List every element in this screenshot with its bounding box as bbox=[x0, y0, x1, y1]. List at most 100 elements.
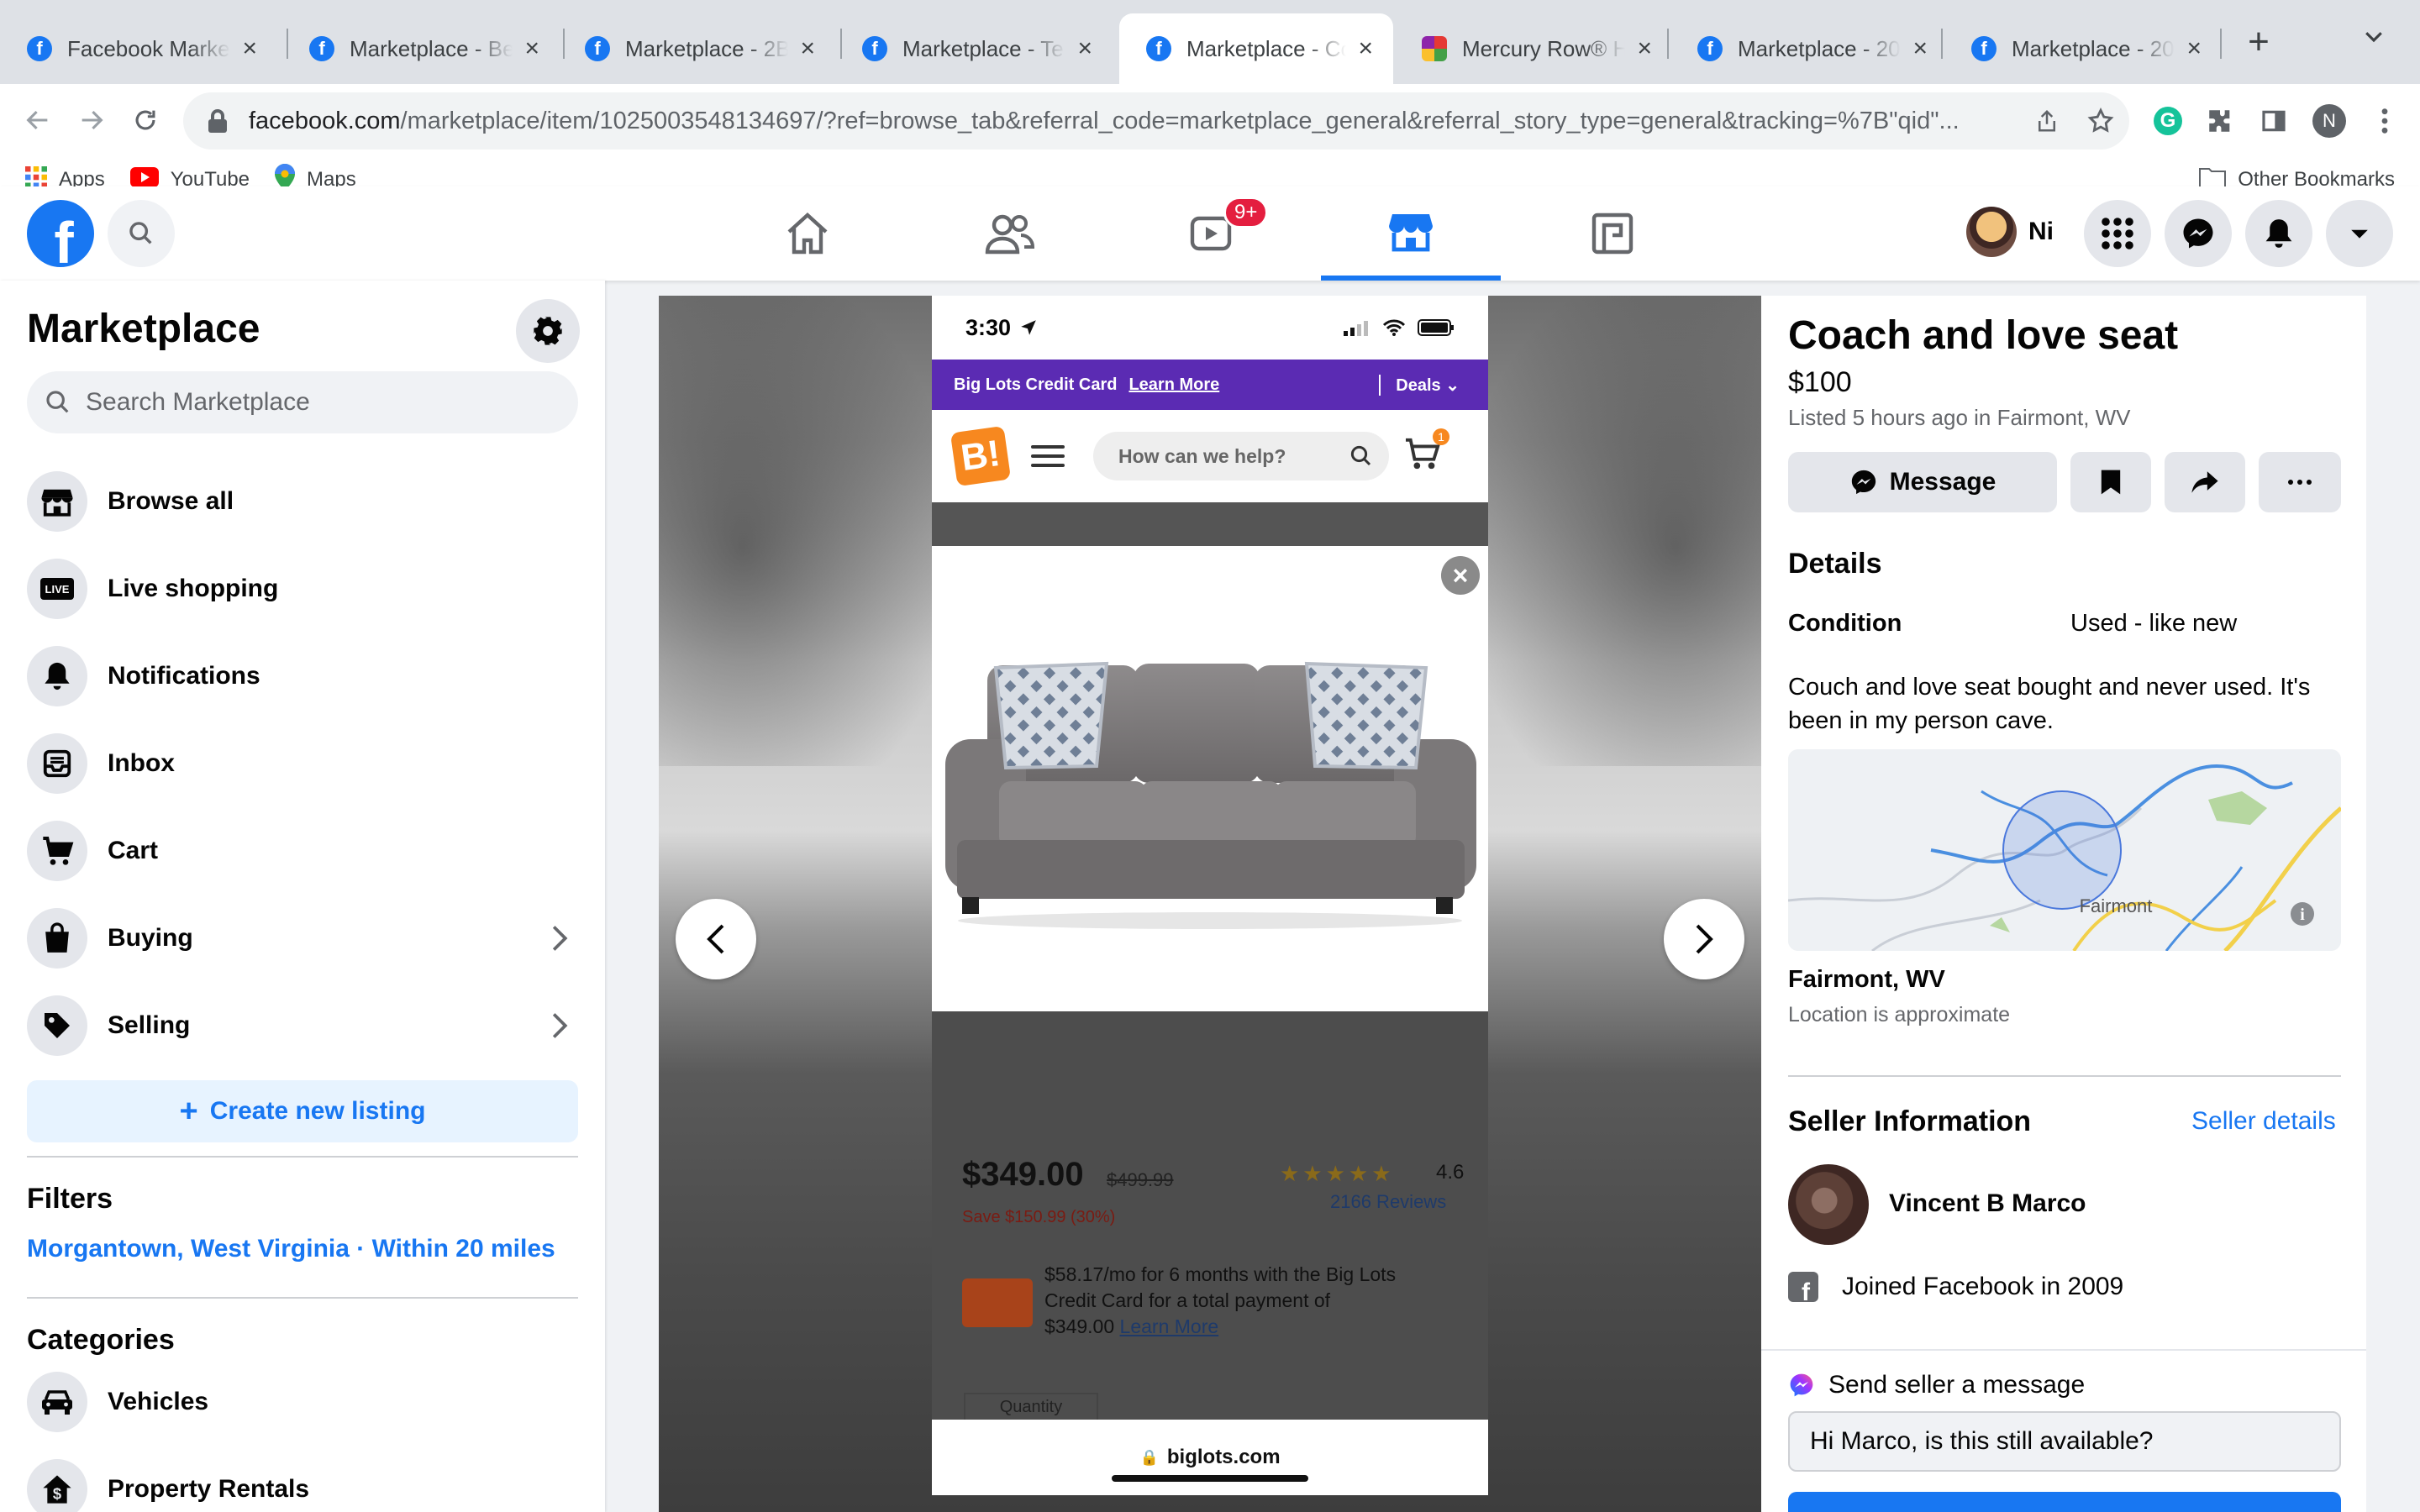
location-filter-link[interactable]: Morgantown, West Virginia · Within 20 mi… bbox=[27, 1235, 555, 1263]
listing-price: $100 bbox=[1788, 366, 1852, 398]
details-heading: Details bbox=[1788, 548, 1882, 580]
divider bbox=[27, 1297, 578, 1299]
browser-menu-icon[interactable] bbox=[2365, 101, 2405, 141]
forward-arrow-icon[interactable] bbox=[71, 99, 113, 141]
promo-text: Big Lots Credit Card bbox=[954, 375, 1118, 394]
new-tab-icon[interactable]: + bbox=[2235, 18, 2282, 66]
map-city-label: Fairmont bbox=[2080, 895, 2153, 916]
reload-icon[interactable] bbox=[124, 99, 166, 141]
notifications-button[interactable] bbox=[2245, 200, 2312, 267]
messenger-gradient-icon bbox=[1790, 1373, 1813, 1397]
grammarly-icon[interactable]: G bbox=[2148, 101, 2188, 141]
create-new-listing-button[interactable]: + Create new listing bbox=[27, 1080, 578, 1142]
tab-label: Marketplace - 2010 bbox=[2012, 35, 2175, 61]
condition-label: Condition bbox=[1788, 610, 1902, 637]
menu-grid-button[interactable] bbox=[2084, 200, 2151, 267]
category-property-rentals[interactable]: $ Property Rentals bbox=[27, 1452, 578, 1512]
caret-down-icon bbox=[2351, 229, 2368, 239]
storefront-icon bbox=[27, 471, 87, 532]
cart-count-badge: 1 bbox=[1433, 428, 1449, 445]
seller-details-link[interactable]: Seller details bbox=[2191, 1107, 2336, 1136]
seller-message-input[interactable]: Hi Marco, is this still available? bbox=[1788, 1411, 2341, 1472]
close-tab-icon[interactable]: × bbox=[1637, 34, 1652, 63]
side-panel-icon[interactable] bbox=[2254, 101, 2294, 141]
lock-icon bbox=[208, 109, 227, 133]
previous-photo-button[interactable] bbox=[676, 899, 756, 979]
deals-menu: Deals ⌄ bbox=[1379, 374, 1488, 396]
browser-tab[interactable]: Mercury Row® Heritage × bbox=[1395, 13, 1672, 84]
share-listing-button[interactable] bbox=[2165, 452, 2245, 512]
extensions-puzzle-icon[interactable] bbox=[2200, 101, 2240, 141]
back-arrow-icon[interactable] bbox=[17, 99, 59, 141]
close-tab-icon[interactable]: × bbox=[1077, 34, 1092, 63]
facebook-logo-icon[interactable]: f bbox=[27, 200, 94, 267]
listing-time-location: Listed 5 hours ago in Fairmont, WV bbox=[1788, 405, 2131, 430]
facebook-search-button[interactable] bbox=[108, 200, 175, 267]
browser-profile-avatar[interactable]: N bbox=[2309, 101, 2349, 141]
address-bar[interactable]: facebook.com/marketplace/item/1025003548… bbox=[183, 92, 2129, 150]
sidebar-item-label: Cart bbox=[108, 837, 159, 864]
close-tab-icon[interactable]: × bbox=[1912, 34, 1928, 63]
category-vehicles[interactable]: Vehicles bbox=[27, 1364, 578, 1440]
browser-tab-active[interactable]: f Marketplace - Coach × bbox=[1119, 13, 1393, 84]
seller-avatar[interactable] bbox=[1788, 1164, 1869, 1245]
messenger-icon bbox=[1851, 470, 1876, 495]
message-button[interactable]: Message bbox=[1788, 452, 2057, 512]
chevron-right-icon bbox=[552, 1013, 568, 1038]
biglots-reviews: 2166 Reviews bbox=[1330, 1191, 1447, 1212]
tab-search-chevron-icon[interactable] bbox=[2361, 24, 2386, 55]
nav-marketplace-tab[interactable] bbox=[1321, 186, 1501, 281]
browser-tab[interactable]: f Marketplace - Bedroom × bbox=[282, 13, 560, 84]
browser-tab-strip: f Facebook Marketplace × f Marketplace -… bbox=[0, 0, 2420, 84]
browser-tab[interactable]: f Marketplace - 2010 × bbox=[1944, 13, 2222, 84]
marketplace-search-input[interactable]: Search Marketplace bbox=[27, 371, 578, 433]
biglots-rating: 4.6 bbox=[1436, 1161, 1465, 1184]
close-tab-icon[interactable]: × bbox=[800, 34, 815, 63]
next-photo-button[interactable] bbox=[1664, 899, 1744, 979]
send-button[interactable] bbox=[1788, 1492, 2341, 1512]
messenger-button[interactable] bbox=[2165, 200, 2232, 267]
message-button-label: Message bbox=[1889, 468, 1996, 496]
browser-tab[interactable]: f Marketplace - 2010 × bbox=[1670, 13, 1948, 84]
nav-watch-tab[interactable]: 9+ bbox=[1121, 186, 1301, 281]
browser-tab[interactable]: f Facebook Marketplace × bbox=[0, 13, 277, 84]
financing-text: $58.17/mo for 6 months with the Big Lots… bbox=[1044, 1263, 1397, 1337]
sidebar-item-notifications[interactable]: Notifications bbox=[27, 638, 578, 714]
browser-tab[interactable]: f Marketplace - Tekken × bbox=[835, 13, 1113, 84]
nav-gaming-tab[interactable] bbox=[1523, 186, 1702, 281]
close-tab-icon[interactable]: × bbox=[524, 34, 539, 63]
close-tab-icon[interactable]: × bbox=[2186, 34, 2202, 63]
settings-button[interactable] bbox=[516, 299, 580, 363]
credit-card-image bbox=[962, 1278, 1033, 1327]
category-label: Vehicles bbox=[108, 1388, 209, 1415]
nav-home-tab[interactable] bbox=[718, 186, 897, 281]
facebook-header: f 9+ Ni bbox=[0, 186, 2420, 281]
bookmark-star-icon[interactable] bbox=[2081, 101, 2121, 141]
sidebar-item-browse-all[interactable]: Browse all bbox=[27, 464, 578, 539]
location-map[interactable]: Fairmont i bbox=[1788, 749, 2341, 951]
save-listing-button[interactable] bbox=[2070, 452, 2151, 512]
account-menu-button[interactable] bbox=[2326, 200, 2393, 267]
sidebar-item-inbox[interactable]: Inbox bbox=[27, 726, 578, 801]
close-tab-icon[interactable]: × bbox=[1358, 34, 1373, 63]
tab-label: Mercury Row® Heritage bbox=[1462, 35, 1626, 61]
profile-shortcut[interactable]: Ni bbox=[1966, 207, 2054, 257]
svg-text:$: $ bbox=[53, 1485, 61, 1503]
close-tab-icon[interactable]: × bbox=[242, 34, 257, 63]
sidebar-item-cart[interactable]: Cart bbox=[27, 813, 578, 889]
sidebar-item-selling[interactable]: Selling bbox=[27, 988, 578, 1063]
sidebar-item-buying[interactable]: Buying bbox=[27, 900, 578, 976]
nav-friends-tab[interactable] bbox=[919, 186, 1099, 281]
sidebar-item-live-shopping[interactable]: LIVE Live shopping bbox=[27, 551, 578, 627]
seller-name[interactable]: Vincent B Marco bbox=[1889, 1189, 2086, 1218]
gaming-icon bbox=[1591, 213, 1634, 255]
chevron-left-icon bbox=[707, 924, 724, 954]
svg-text:LIVE: LIVE bbox=[45, 583, 70, 596]
tab-separator bbox=[1667, 29, 1669, 59]
more-options-button[interactable] bbox=[2259, 452, 2341, 512]
phone-url-bar: 🔒 biglots.com bbox=[932, 1420, 1488, 1495]
tab-label: Facebook Marketplace bbox=[67, 35, 230, 61]
browser-tab[interactable]: f Marketplace - 2BR × bbox=[558, 13, 835, 84]
share-icon[interactable] bbox=[2027, 101, 2067, 141]
bell-icon bbox=[27, 646, 87, 706]
